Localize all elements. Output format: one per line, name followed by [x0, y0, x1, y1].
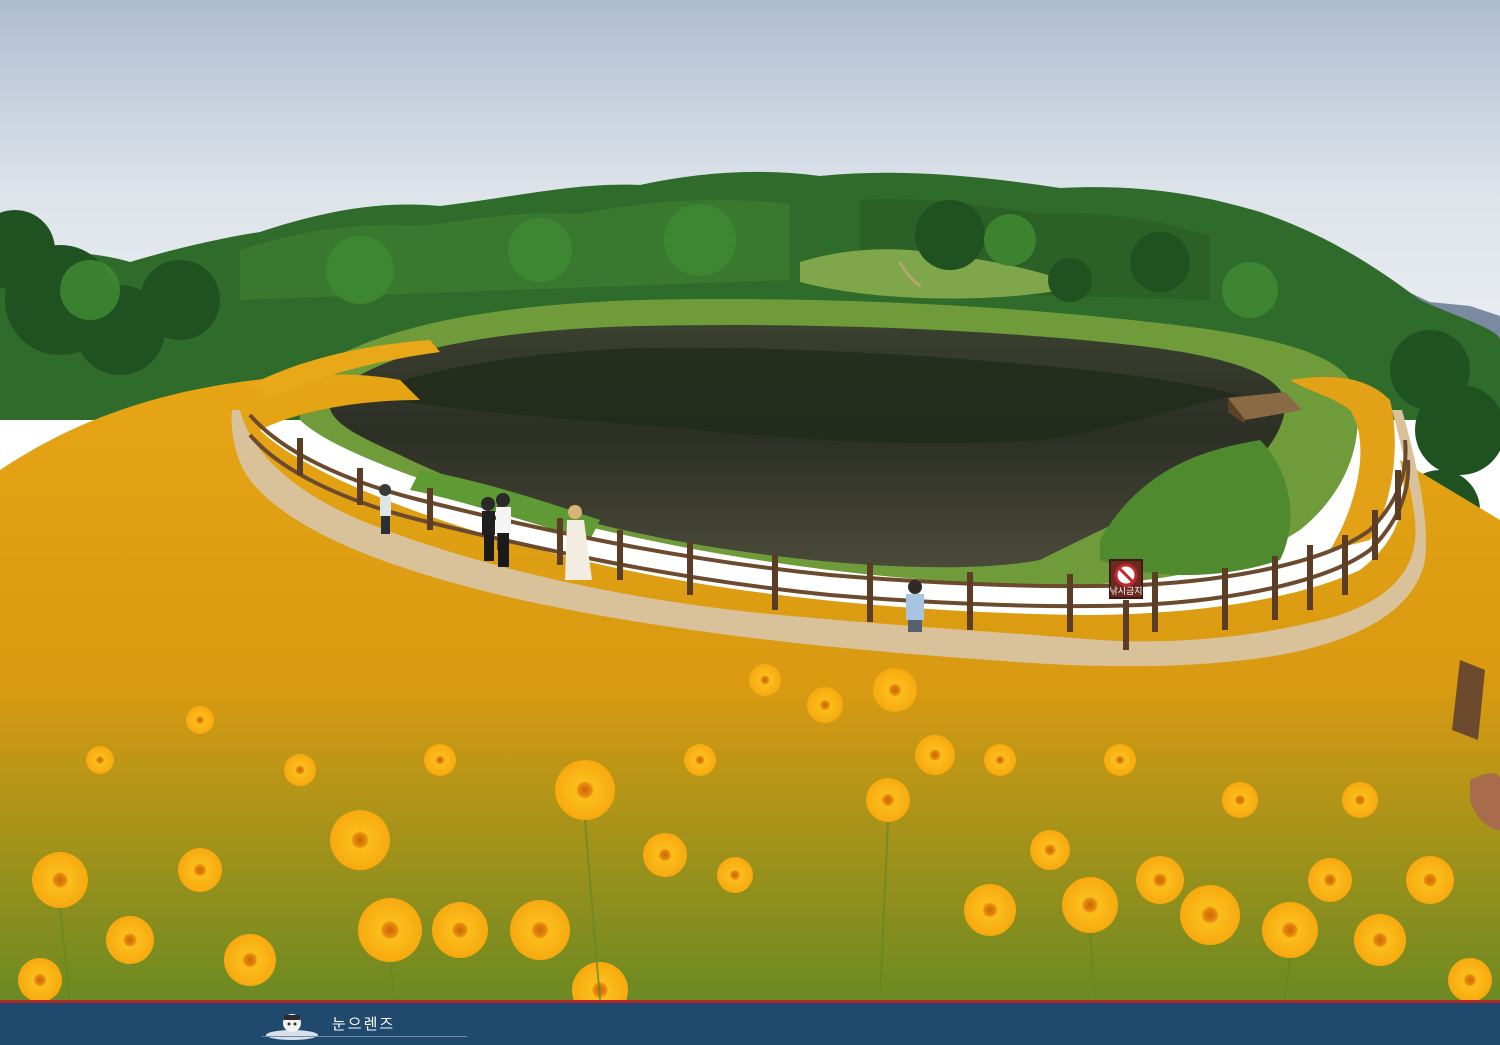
footer-bar: 눈으렌즈 [0, 1000, 1500, 1045]
landscape-photo: 낚시금지 [0, 0, 1500, 1000]
footer-divider [262, 1036, 467, 1037]
footer-brand: 눈으렌즈 [332, 1015, 396, 1033]
no-fishing-label: 낚시금지 [1109, 586, 1142, 597]
visitor [906, 580, 924, 632]
